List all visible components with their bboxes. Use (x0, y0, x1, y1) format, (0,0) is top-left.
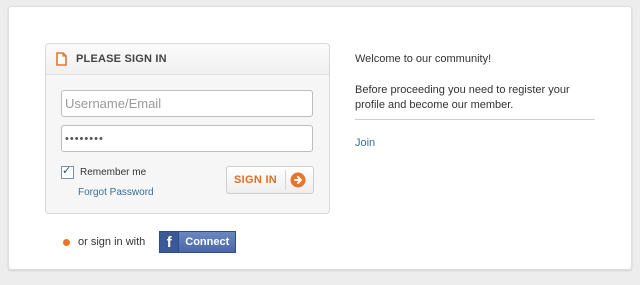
remember-me-checkbox[interactable]: ✓ (61, 165, 74, 179)
button-divider (285, 170, 286, 190)
sign-in-title: PLEASE SIGN IN (76, 53, 167, 65)
forgot-password-link[interactable]: Forgot Password (78, 187, 154, 198)
username-input[interactable] (61, 90, 313, 117)
social-sign-in: or sign in with f Connect (63, 231, 237, 253)
register-message: Before proceeding you need to register y… (355, 84, 570, 111)
login-card: PLEASE SIGN IN ✓ Remember me Forgot Pass… (8, 6, 632, 270)
sign-in-button[interactable]: SIGN IN (226, 166, 314, 194)
facebook-connect-button[interactable]: f Connect (159, 231, 237, 253)
sign-in-panel: PLEASE SIGN IN ✓ Remember me Forgot Pass… (45, 43, 330, 214)
join-link[interactable]: Join (355, 137, 375, 149)
facebook-connect-label: Connect (185, 236, 230, 248)
welcome-heading: Welcome to our community! (355, 53, 492, 65)
remember-me-label: Remember me (80, 167, 147, 178)
document-icon (56, 52, 67, 66)
or-sign-in-text: or sign in with (78, 236, 146, 248)
password-input[interactable] (61, 125, 313, 152)
arrow-right-circle-icon (290, 172, 306, 188)
sign-in-button-label: SIGN IN (234, 174, 278, 186)
sign-in-header: PLEASE SIGN IN (46, 44, 329, 75)
divider (355, 119, 595, 120)
remember-me-row[interactable]: ✓ Remember me (61, 165, 147, 179)
facebook-icon: f (160, 232, 180, 252)
bullet-icon (63, 238, 70, 246)
checkmark-icon: ✓ (62, 165, 72, 177)
